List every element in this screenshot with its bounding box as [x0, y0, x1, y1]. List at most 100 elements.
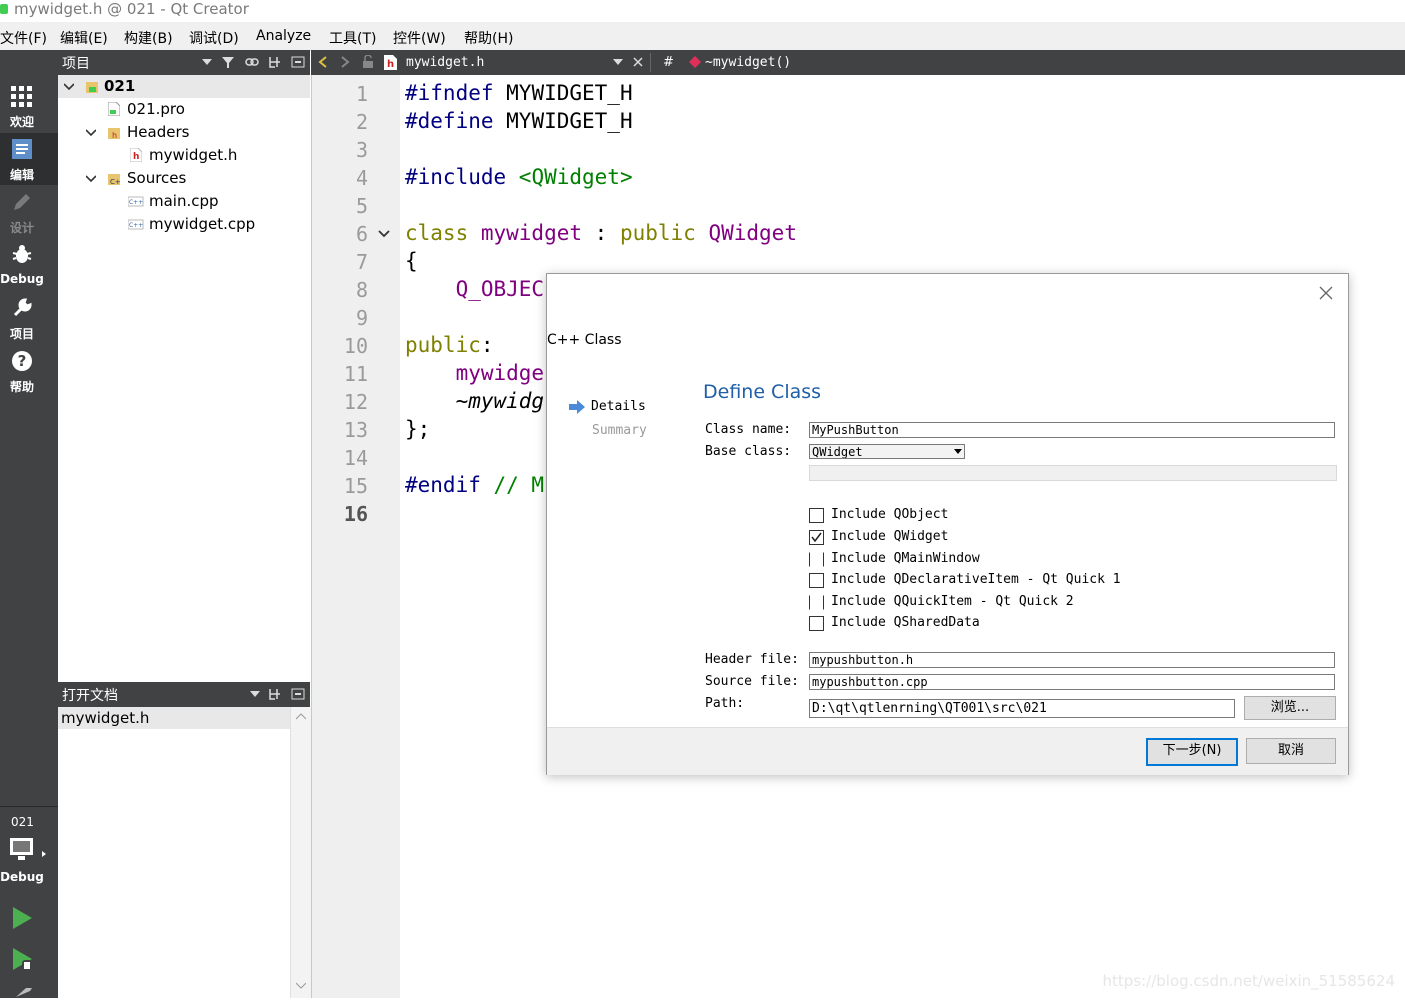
- browse-button[interactable]: 浏览...: [1244, 696, 1336, 720]
- menu-debug[interactable]: 调试(D): [189, 28, 239, 48]
- tree-item-mywidget-cpp[interactable]: C++ mywidget.cpp: [58, 213, 310, 236]
- menu-bar: 文件(F) 编辑(E) 构建(B) 调试(D) Analyze 工具(T) 控件…: [0, 22, 1405, 51]
- run-button[interactable]: [10, 905, 36, 931]
- base-class-select[interactable]: QWidget: [809, 444, 965, 459]
- mode-welcome-label: 欢迎: [9, 115, 34, 129]
- tree-label-headers: Headers: [127, 123, 190, 141]
- mode-debug-label: Debug: [0, 272, 44, 286]
- line-number: 4: [355, 166, 368, 190]
- line-number: 12: [343, 390, 368, 414]
- debug-run-button[interactable]: [10, 946, 36, 972]
- debug-run-icon: [13, 948, 32, 970]
- tree-item-headers[interactable]: h Headers: [58, 121, 310, 144]
- checkbox-label: Include QMainWindow: [831, 551, 980, 566]
- line-number: 6: [355, 222, 368, 246]
- tree-label-mywidget-h: mywidget.h: [149, 146, 238, 164]
- chevron-down-icon[interactable]: [86, 128, 96, 138]
- link-icon[interactable]: [245, 55, 259, 69]
- tree-label-mywidget-cpp: mywidget.cpp: [149, 215, 256, 233]
- chevron-down-icon[interactable]: [86, 174, 96, 184]
- close-pane-icon[interactable]: [291, 687, 305, 701]
- scroll-up-icon[interactable]: [296, 713, 306, 720]
- checkbox-include-qmainwindow[interactable]: [809, 552, 824, 567]
- new-class-dialog: C++ Class Details Summary Define Class C…: [546, 273, 1349, 775]
- current-step-arrow-icon: [569, 400, 585, 414]
- class-name-input[interactable]: MyPushButton: [809, 422, 1335, 438]
- path-input[interactable]: D:\qt\qtlenrning\QT001\src\021: [809, 699, 1235, 718]
- scroll-down-icon[interactable]: [296, 982, 306, 989]
- wizard-step-summary: Summary: [592, 423, 647, 438]
- chevron-down-icon[interactable]: [613, 59, 623, 66]
- base-class-value: QWidget: [812, 445, 863, 459]
- current-file-name[interactable]: mywidget.h: [406, 55, 484, 70]
- editor-toolbar: h mywidget.h # ~mywidget(): [311, 50, 1405, 75]
- header-file-input[interactable]: mypushbutton.h: [809, 652, 1335, 668]
- help-icon: ?: [12, 351, 32, 371]
- window-title: mywidget.h @ 021 - Qt Creator: [14, 0, 249, 18]
- source-file-input[interactable]: mypushbutton.cpp: [809, 674, 1335, 690]
- menu-file[interactable]: 文件(F): [0, 28, 47, 48]
- svg-text:?: ?: [18, 352, 27, 370]
- wizard-step-details: Details: [591, 399, 646, 414]
- base-class-label: Base class:: [705, 444, 792, 459]
- tree-label-project: 021: [104, 77, 136, 95]
- code-line: class mywidget : public QWidget: [405, 221, 797, 245]
- tree-item-project[interactable]: 021: [58, 75, 310, 98]
- mode-welcome[interactable]: 欢迎: [0, 80, 58, 132]
- mode-design[interactable]: 设计: [0, 186, 58, 238]
- symbol-selector[interactable]: ~mywidget(): [705, 55, 791, 70]
- line-number-current: 16: [343, 502, 368, 526]
- checkbox-include-qquickitem[interactable]: [809, 595, 824, 610]
- checkbox-include-qwidget[interactable]: [809, 530, 824, 545]
- build-button[interactable]: [12, 986, 38, 998]
- menu-widgets[interactable]: 控件(W): [393, 28, 446, 48]
- cancel-button[interactable]: 取消: [1246, 738, 1336, 764]
- close-icon[interactable]: [1319, 286, 1333, 300]
- hammer-icon: [16, 988, 32, 997]
- dialog-button-bar: 下一步(N) 取消: [547, 727, 1348, 775]
- tree-item-pro-file[interactable]: 021.pro: [58, 98, 310, 121]
- chevron-down-icon[interactable]: [250, 691, 260, 698]
- chevron-down-icon[interactable]: [202, 59, 212, 66]
- base-class-custom-input: [809, 465, 1337, 481]
- checkbox-label: Include QSharedData: [831, 615, 980, 630]
- checkbox-include-qshareddata[interactable]: [809, 616, 824, 631]
- forward-arrow-icon[interactable]: [340, 56, 350, 69]
- next-button[interactable]: 下一步(N): [1146, 738, 1238, 766]
- svg-text:h: h: [112, 131, 117, 140]
- tree-item-mywidget-h[interactable]: h mywidget.h: [58, 144, 310, 167]
- open-documents-title: 打开文档: [62, 688, 118, 704]
- close-file-icon[interactable]: [632, 56, 644, 68]
- menu-edit[interactable]: 编辑(E): [60, 28, 108, 48]
- checkbox-include-qobject[interactable]: [809, 508, 824, 523]
- menu-help[interactable]: 帮助(H): [464, 28, 513, 48]
- close-pane-icon[interactable]: [291, 55, 305, 69]
- scrollbar[interactable]: [290, 707, 311, 998]
- checkbox-label: Include QDeclarativeItem - Qt Quick 1: [831, 572, 1121, 587]
- kit-selector[interactable]: 021 Debug: [0, 808, 58, 888]
- open-document-item[interactable]: mywidget.h: [58, 707, 291, 729]
- chevron-down-icon[interactable]: [64, 82, 74, 92]
- split-icon[interactable]: [268, 687, 282, 701]
- code-line: #define MYWIDGET_H: [405, 109, 633, 133]
- tree-item-main-cpp[interactable]: C++ main.cpp: [58, 190, 310, 213]
- tree-item-sources[interactable]: C+ Sources: [58, 167, 310, 190]
- menu-analyze[interactable]: Analyze: [256, 28, 311, 44]
- mode-projects[interactable]: 项目: [0, 292, 58, 344]
- divider: [0, 806, 58, 807]
- back-arrow-icon[interactable]: [318, 56, 328, 69]
- preprocessor-selector[interactable]: #: [663, 55, 674, 70]
- filter-icon[interactable]: [221, 55, 235, 69]
- symbol-icon: [689, 56, 701, 68]
- menu-build[interactable]: 构建(B): [124, 28, 173, 48]
- fold-chevron-icon[interactable]: [378, 230, 390, 238]
- menu-tools[interactable]: 工具(T): [329, 28, 376, 48]
- mode-help[interactable]: ? 帮助: [0, 345, 58, 397]
- watermark: https://blog.csdn.net/weixin_51585624: [1102, 972, 1395, 990]
- split-icon[interactable]: [268, 55, 282, 69]
- mode-bar: 欢迎 编辑 设计 Debug 项目 ? 帮助 021 Debug: [0, 50, 58, 998]
- line-number: 9: [355, 306, 368, 330]
- checkbox-include-qdeclarativeitem[interactable]: [809, 573, 824, 588]
- mode-debug[interactable]: Debug: [0, 239, 58, 291]
- mode-edit[interactable]: 编辑: [0, 133, 58, 185]
